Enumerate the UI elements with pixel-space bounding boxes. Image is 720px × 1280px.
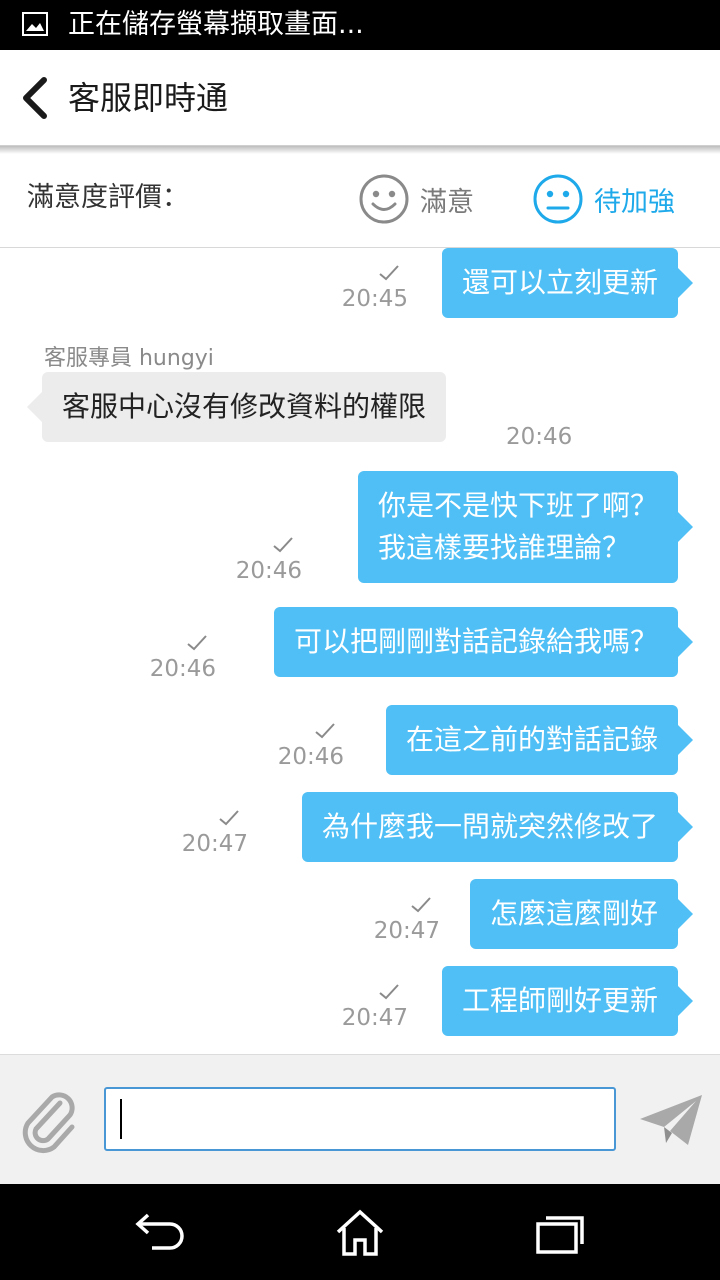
message-time: 20:47 [181, 831, 248, 857]
outgoing-message-bubble[interactable]: 為什麼我一問就突然修改了 [301, 792, 694, 862]
smile-icon [359, 174, 409, 224]
send-icon [640, 1095, 702, 1145]
outgoing-message-bubble[interactable]: 怎麼這麼剛好 [469, 879, 694, 949]
outgoing-message-bubble[interactable]: 可以把剛剛對話記錄給我嗎？ [273, 607, 694, 677]
message-input[interactable] [104, 1087, 616, 1151]
satisfaction-rating-bar: 滿意度評價： 滿意 待加強 [0, 154, 720, 248]
outgoing-message-bubble[interactable]: 在這之前的對話記錄 [385, 705, 694, 775]
read-check-icon [219, 810, 239, 826]
header-shadow [0, 146, 720, 154]
nav-back-button[interactable] [130, 1206, 190, 1260]
rating-needs-improvement-button[interactable]: 待加強 [532, 172, 675, 226]
message-time: 20:45 [341, 286, 408, 312]
send-button[interactable] [636, 1091, 708, 1151]
chat-message-list[interactable]: 20:45 還可以立刻更新 客服專員 hungyi 客服中心沒有修改資料的權限 … [0, 248, 720, 1054]
home-icon [336, 1209, 384, 1256]
read-check-icon [379, 984, 399, 1000]
message-text: 在這之前的對話記錄 [405, 723, 658, 756]
read-check-icon [379, 265, 399, 281]
read-check-icon [411, 897, 431, 913]
message-text: 客服中心沒有修改資料的權限 [62, 390, 427, 423]
recent-apps-icon [536, 1216, 584, 1254]
message-time: 20:47 [341, 1005, 408, 1031]
message-text: 為什麼我一問就突然修改了 [321, 810, 658, 843]
app-header: 客服即時通 [0, 50, 720, 146]
message-time: 20:47 [373, 918, 440, 944]
text-caret [120, 1099, 122, 1139]
message-text: 可以把剛剛對話記錄給我嗎？ [293, 625, 658, 658]
image-icon [22, 12, 48, 40]
message-time: 20:46 [235, 558, 302, 584]
status-bar: 正在儲存螢幕擷取畫面... [0, 0, 720, 50]
read-check-icon [315, 723, 335, 739]
incoming-message-bubble[interactable]: 客服中心沒有修改資料的權限 [26, 372, 447, 442]
rating-satisfied-label: 滿意 [420, 186, 474, 218]
message-time: 20:46 [149, 656, 216, 682]
nav-home-button[interactable] [330, 1206, 390, 1260]
message-text: 怎麼這麼剛好 [489, 897, 658, 930]
rating-satisfied-button[interactable]: 滿意 [358, 172, 474, 226]
message-text: 工程師剛好更新 [461, 984, 658, 1017]
rating-needs-improvement-label: 待加強 [594, 186, 675, 218]
paperclip-icon [22, 1092, 75, 1153]
message-text: 還可以立刻更新 [461, 266, 658, 299]
sender-name: 客服專員 hungyi [44, 346, 214, 371]
message-time: 20:46 [277, 744, 344, 770]
page-title: 客服即時通 [68, 79, 229, 117]
nav-recent-apps-button[interactable] [530, 1206, 590, 1260]
outgoing-message-bubble[interactable]: 還可以立刻更新 [441, 248, 694, 318]
message-time: 20:46 [506, 424, 573, 450]
message-input-bar [0, 1054, 720, 1184]
read-check-icon [187, 635, 207, 651]
status-notification-text: 正在儲存螢幕擷取畫面... [68, 9, 364, 40]
back-arrow-icon [135, 1213, 184, 1250]
chevron-left-icon [23, 77, 47, 119]
attach-button[interactable] [14, 1085, 84, 1155]
system-navigation-bar [0, 1184, 720, 1280]
read-check-icon [273, 537, 293, 553]
back-button[interactable] [14, 74, 58, 122]
outgoing-message-bubble[interactable]: 你是不是快下班了啊？ 我這樣要找誰理論？ [357, 471, 694, 583]
neutral-face-icon [533, 174, 583, 224]
message-text-line: 我這樣要找誰理論？ [377, 531, 630, 564]
rating-label: 滿意度評價： [27, 182, 189, 213]
message-text-line: 你是不是快下班了啊？ [377, 489, 658, 522]
outgoing-message-bubble[interactable]: 工程師剛好更新 [441, 966, 694, 1036]
